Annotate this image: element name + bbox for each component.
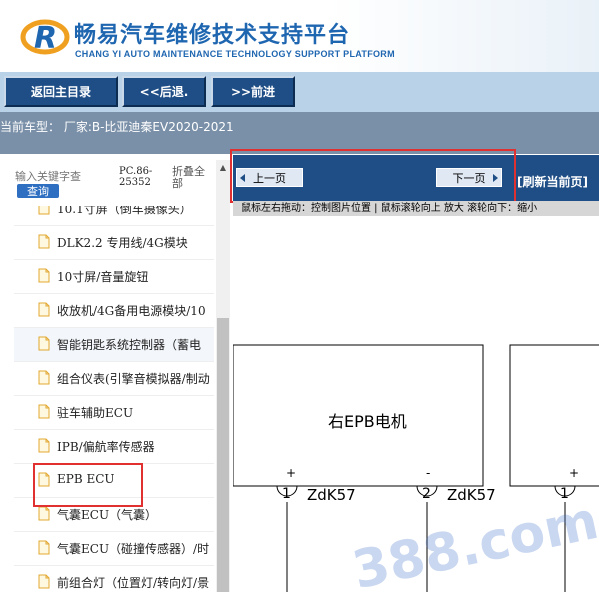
motor-box-2 xyxy=(509,344,599,487)
document-icon xyxy=(38,506,50,521)
app-root: R 畅易汽车维修技术支持平台 CHANG YI AUTO MAINTENANCE… xyxy=(0,0,599,592)
document-icon xyxy=(38,370,50,385)
document-icon xyxy=(38,234,50,249)
pin-sign: + xyxy=(569,466,580,480)
logo-icon: R xyxy=(20,19,70,56)
pc-code: PC.86-25352 xyxy=(119,166,153,188)
mouse-hint-bar: 鼠标左右拖动：控制图片位置 | 鼠标滚轮向上 放大 滚轮向下：缩小 xyxy=(233,201,599,216)
tree-item[interactable]: 收放机/4G备用电源模块/10 xyxy=(14,294,214,328)
nav-bar: 返回主目录 <<后退. >>前进 xyxy=(0,72,599,112)
brand-subtitle: CHANG YI AUTO MAINTENANCE TECHNOLOGY SUP… xyxy=(75,49,395,59)
tree-item-label: 驻车辅助ECU xyxy=(57,406,134,420)
tree-item-label: 气囊ECU（气囊） xyxy=(57,508,158,522)
pin-number: 1 xyxy=(282,486,291,502)
model-bar: 当前车型： 厂家:B-比亚迪秦EV2020-2021 xyxy=(0,112,599,154)
header: R 畅易汽车维修技术支持平台 CHANG YI AUTO MAINTENANCE… xyxy=(0,0,599,72)
scrollbar-thumb[interactable] xyxy=(217,318,229,592)
home-button[interactable]: 返回主目录 xyxy=(4,76,118,107)
current-model: 当前车型： 厂家:B-比亚迪秦EV2020-2021 xyxy=(0,120,234,134)
tree-item[interactable]: 10寸屏/音量旋钮 xyxy=(14,260,214,294)
tree-item-label: 前组合灯（位置灯/转向灯/景 xyxy=(57,576,210,590)
tree-item-label: 10寸屏/音量旋钮 xyxy=(57,270,149,284)
tree-item-label: IPB/偏航率传感器 xyxy=(57,440,155,454)
tree-item[interactable]: IPB/偏航率传感器 xyxy=(14,430,214,464)
collapse-all-link[interactable]: 折叠全部 xyxy=(172,166,214,190)
tree-item-label: 10.1寸屏（倒车摄像头） xyxy=(57,206,192,216)
wiring-diagram[interactable]: 右EPB电机 + - + 1 2 1 ZdK57 ZdK57 388.com xyxy=(233,216,599,592)
tree-item[interactable]: 前组合灯（位置灯/转向灯/景 xyxy=(14,566,214,592)
epb-ecu-highlight-box xyxy=(33,463,143,507)
document-icon xyxy=(38,268,50,283)
back-button[interactable]: <<后退. xyxy=(122,76,206,107)
document-icon xyxy=(38,574,50,589)
page-buttons-highlight-box xyxy=(230,149,516,203)
pin-number: 2 xyxy=(422,486,431,502)
tree-item[interactable]: 驻车辅助ECU xyxy=(14,396,214,430)
tree-item[interactable]: 组合仪表(引擎音模拟器/制动 xyxy=(14,362,214,396)
connector-name: ZdK57 xyxy=(307,486,356,504)
brand-title: 畅易汽车维修技术支持平台 xyxy=(74,23,351,48)
pin-sign: - xyxy=(426,466,431,480)
forward-button[interactable]: >>前进 xyxy=(211,76,295,107)
document-icon xyxy=(38,540,50,555)
scroll-up-icon[interactable]: ▲ xyxy=(216,160,230,174)
tree-item[interactable]: 气囊ECU（碰撞传感器）/时 xyxy=(14,532,214,566)
tree-item[interactable]: 10.1寸屏（倒车摄像头） xyxy=(14,206,214,226)
tree-item-label: 收放机/4G备用电源模块/10 xyxy=(57,304,206,318)
document-icon xyxy=(38,302,50,317)
svg-text:R: R xyxy=(34,21,57,56)
pin-sign: + xyxy=(286,466,297,480)
tree-item[interactable]: DLK2.2 专用线/4G模块 xyxy=(14,226,214,260)
tree-item[interactable]: 智能钥匙系统控制器（蓄电 xyxy=(14,328,214,362)
motor-label: 右EPB电机 xyxy=(328,412,407,431)
document-icon xyxy=(38,206,50,215)
document-icon xyxy=(38,438,50,453)
document-icon xyxy=(38,404,50,419)
tree-item-label: 智能钥匙系统控制器（蓄电 xyxy=(57,338,202,352)
refresh-page-link[interactable]: [刷新当前页] xyxy=(517,173,588,190)
tree-item-label: DLK2.2 专用线/4G模块 xyxy=(57,236,188,250)
tree-item-label: 气囊ECU（碰撞传感器）/时 xyxy=(57,542,210,556)
connector-name: ZdK57 xyxy=(447,486,496,504)
tree-list: 10.1寸屏（倒车摄像头） DLK2.2 专用线/4G模块 10寸屏/音量旋钮 … xyxy=(14,206,214,592)
tree-item-label: 组合仪表(引擎音模拟器/制动 xyxy=(57,372,210,386)
document-icon xyxy=(38,336,50,351)
search-button[interactable]: 查询 xyxy=(17,184,59,198)
